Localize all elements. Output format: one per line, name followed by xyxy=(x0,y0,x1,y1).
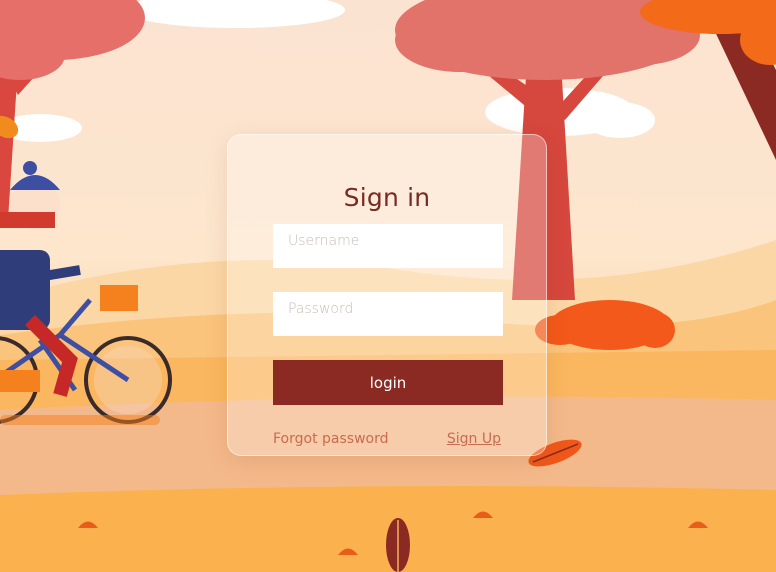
sign-up-link[interactable]: Sign Up xyxy=(447,431,501,447)
login-card: Sign in login Forgot password Sign Up xyxy=(227,134,547,456)
autumn-scene: Sign in login Forgot password Sign Up xyxy=(0,0,776,572)
page-title: Sign in xyxy=(343,183,431,212)
password-input[interactable] xyxy=(273,292,503,336)
forgot-password-link[interactable]: Forgot password xyxy=(273,431,389,447)
login-button[interactable]: login xyxy=(273,360,503,405)
username-input[interactable] xyxy=(273,224,503,268)
